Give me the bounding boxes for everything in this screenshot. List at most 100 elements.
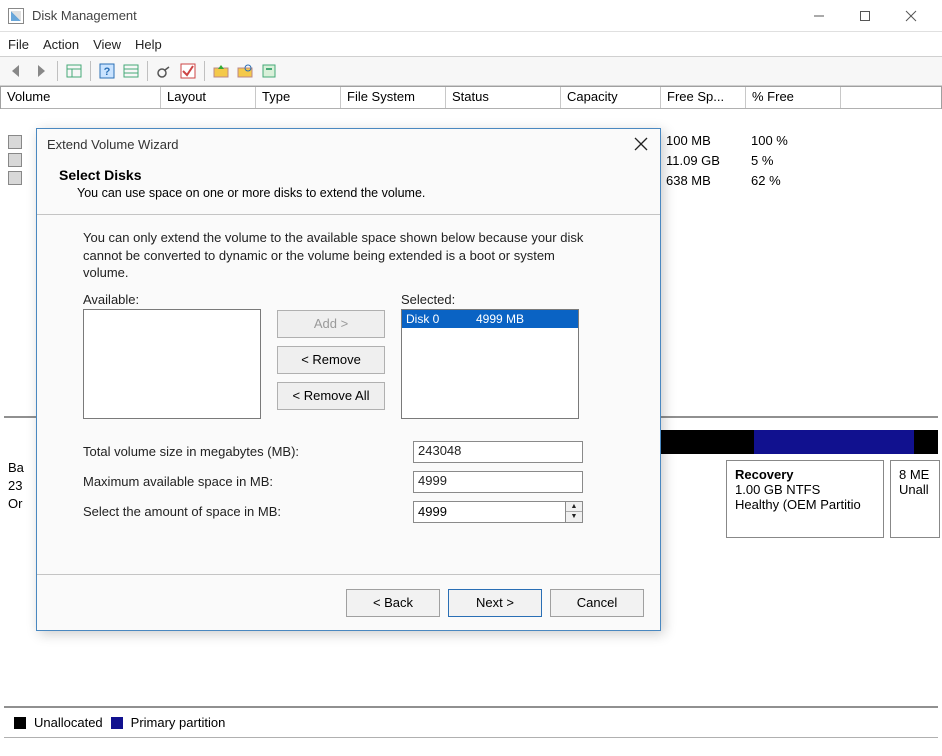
disk-icon [8,135,22,149]
separator [57,61,58,81]
check-icon[interactable] [177,60,199,82]
col-status[interactable]: Status [446,87,561,108]
wizard-heading: Select Disks [59,167,638,183]
table-row[interactable]: 638 MB 62 % [660,173,840,193]
cell-free: 638 MB [660,173,745,193]
cell-pct: 100 % [745,133,840,153]
col-percent-free[interactable]: % Free [746,87,841,108]
partition-recovery[interactable]: Recovery 1.00 GB NTFS Healthy (OEM Parti… [726,460,884,538]
back-button[interactable]: < Back [346,589,440,617]
max-space-value: 4999 [413,471,583,493]
max-space-label: Maximum available space in MB: [83,474,413,489]
maximize-button[interactable] [842,0,888,32]
col-layout[interactable]: Layout [161,87,256,108]
col-filesystem[interactable]: File System [341,87,446,108]
selected-listbox[interactable]: Disk 0 4999 MB [401,309,579,419]
table-row[interactable]: 11.09 GB 5 % [660,153,840,173]
back-icon[interactable] [6,60,28,82]
wizard-close-button[interactable] [628,133,654,155]
volume-icons [8,135,22,185]
window-title: Disk Management [32,8,796,23]
panel-icon[interactable] [63,60,85,82]
separator [204,61,205,81]
disk-info: Ba 23 Or [8,460,24,514]
next-button[interactable]: Next > [448,589,542,617]
disk-info-line: Ba [8,460,24,478]
partition-status: Unall [899,482,931,497]
col-free-space[interactable]: Free Sp... [661,87,746,108]
properties-icon[interactable] [258,60,280,82]
col-type[interactable]: Type [256,87,341,108]
menu-help[interactable]: Help [135,37,162,52]
wizard-body: You can only extend the volume to the av… [37,215,660,535]
cell-free: 100 MB [660,133,745,153]
remove-all-button[interactable]: < Remove All [277,382,385,410]
legend: Unallocated Primary partition [4,706,938,738]
menu-file[interactable]: File [8,37,29,52]
volume-table: Volume Layout Type File System Status Ca… [0,86,942,109]
disk-segment-primary [754,430,914,454]
partition-title: Recovery [735,467,875,482]
legend-unallocated: Unallocated [34,715,103,730]
help-icon[interactable]: ? [96,60,118,82]
partition-size: 1.00 GB NTFS [735,482,875,497]
toolbar: ? [0,56,942,86]
selected-item[interactable]: Disk 0 4999 MB [402,310,578,328]
cancel-button[interactable]: Cancel [550,589,644,617]
menu-action[interactable]: Action [43,37,79,52]
amount-spinner[interactable]: ▲ ▼ [413,501,583,523]
spin-down-icon[interactable]: ▼ [566,512,582,522]
available-label: Available: [83,292,261,307]
disk-icon [8,171,22,185]
cell-free: 11.09 GB [660,153,745,173]
partition-status: Healthy (OEM Partitio [735,497,875,512]
close-button[interactable] [888,0,934,32]
minimize-button[interactable] [796,0,842,32]
selected-label: Selected: [401,292,579,307]
selected-disk-name: Disk 0 [406,312,476,326]
refresh-icon[interactable] [153,60,175,82]
cell-pct: 5 % [745,153,840,173]
disk-info-line: Or [8,496,24,514]
folder-search-icon[interactable] [234,60,256,82]
separator [147,61,148,81]
col-volume[interactable]: Volume [1,87,161,108]
menubar: File Action View Help [0,32,942,56]
selected-disk-size: 4999 MB [476,312,524,326]
amount-input[interactable] [413,501,565,523]
table-row[interactable]: 100 MB 100 % [660,133,840,153]
separator [90,61,91,81]
wizard-title: Extend Volume Wizard [37,129,660,159]
total-size-value: 243048 [413,441,583,463]
cell-pct: 62 % [745,173,840,193]
folder-up-icon[interactable] [210,60,232,82]
wizard-note: You can only extend the volume to the av… [83,229,593,282]
titlebar: Disk Management [0,0,942,32]
spin-up-icon[interactable]: ▲ [566,502,582,512]
swatch-unallocated [14,717,26,729]
disk-icon [8,153,22,167]
wizard-footer: < Back Next > Cancel [37,574,660,630]
svg-text:?: ? [104,66,111,78]
col-capacity[interactable]: Capacity [561,87,661,108]
grid-icon[interactable] [120,60,142,82]
add-button: Add > [277,310,385,338]
volume-rows: 100 MB 100 % 11.09 GB 5 % 638 MB 62 % [660,133,840,193]
window-controls [796,0,934,32]
extend-volume-wizard: Extend Volume Wizard Select Disks You ca… [36,128,661,631]
amount-label: Select the amount of space in MB: [83,504,413,519]
wizard-subheading: You can use space on one or more disks t… [59,186,638,200]
partition-unallocated[interactable]: 8 ME Unall [890,460,940,538]
wizard-header: Select Disks You can use space on one or… [37,159,660,215]
app-icon [8,8,24,24]
table-header: Volume Layout Type File System Status Ca… [1,87,941,109]
menu-view[interactable]: View [93,37,121,52]
disk-info-line: 23 [8,478,24,496]
forward-icon[interactable] [30,60,52,82]
partition-size: 8 ME [899,467,931,482]
swatch-primary [111,717,123,729]
legend-primary: Primary partition [131,715,226,730]
available-listbox[interactable] [83,309,261,419]
remove-button[interactable]: < Remove [277,346,385,374]
total-size-label: Total volume size in megabytes (MB): [83,444,413,459]
